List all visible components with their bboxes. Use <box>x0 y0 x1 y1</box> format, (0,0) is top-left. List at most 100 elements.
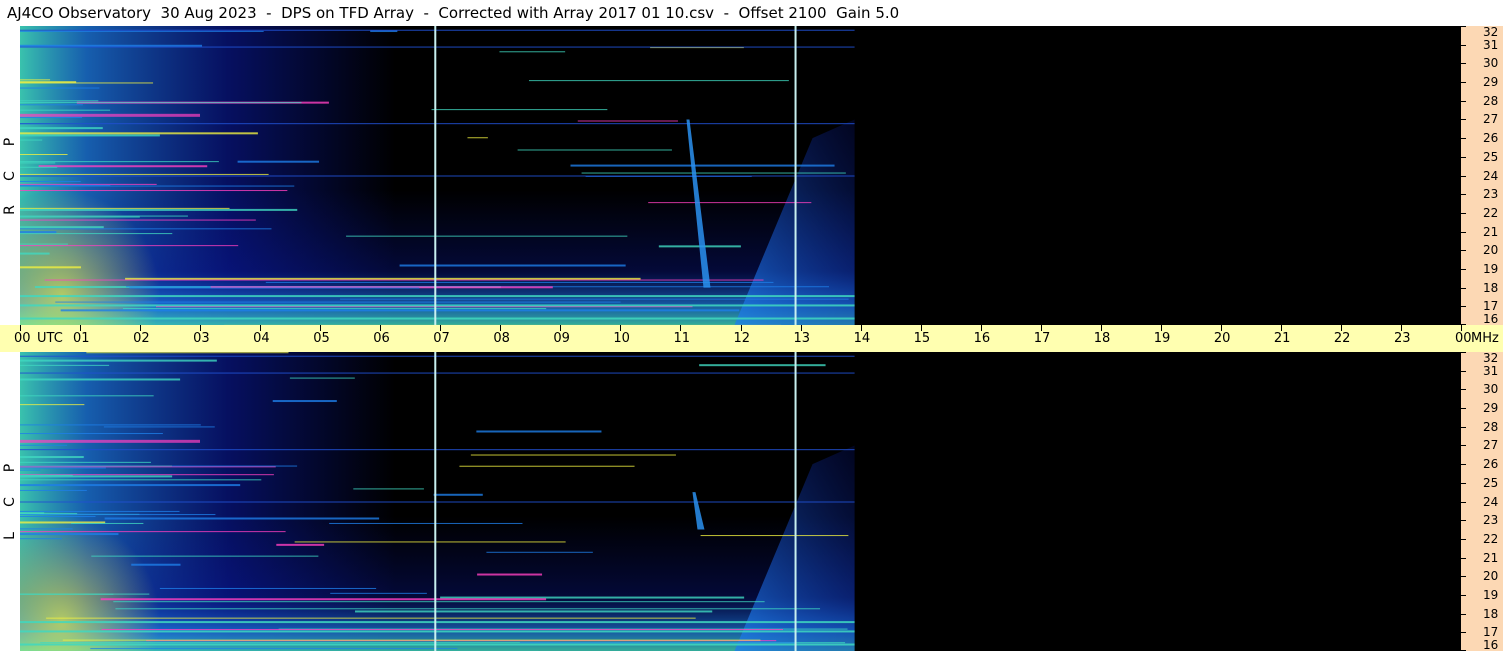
rfi-streak <box>20 30 264 32</box>
rfi-streak <box>517 149 672 151</box>
freq-tick-mark <box>1461 538 1466 540</box>
freq-tick-label: 22 <box>1483 205 1499 220</box>
freq-tick-label: 29 <box>1483 401 1499 416</box>
time-tick-label: 20 <box>1213 331 1231 346</box>
rfi-streak <box>20 139 43 141</box>
freq-tick-mark <box>1461 520 1466 522</box>
vertical-marker <box>434 352 437 651</box>
rfi-band <box>20 621 855 624</box>
rfi-streak <box>20 469 41 471</box>
rfi-streak <box>20 456 84 459</box>
freq-tick-mark <box>1461 632 1466 634</box>
time-tick-label: 06 <box>373 331 390 346</box>
time-tick-label: 13 <box>793 331 811 346</box>
rfi-streak <box>20 433 163 435</box>
freq-tick-label: 16 <box>1483 312 1499 326</box>
rfi-streak <box>71 522 144 524</box>
rfi-band-pink <box>20 439 200 443</box>
rfi-streak <box>699 364 826 367</box>
rfi-band-pink <box>20 113 200 117</box>
freq-tick-label: 27 <box>1483 112 1499 127</box>
utc-label: UTC <box>37 331 63 346</box>
rfi-streak <box>581 172 846 174</box>
rfi-streak <box>20 533 119 536</box>
rfi-streak <box>20 461 151 463</box>
channel-line <box>20 175 855 177</box>
channel-line <box>20 355 855 357</box>
freq-tick-mark <box>1461 426 1466 428</box>
rfi-streak <box>91 555 319 557</box>
rfi-streak <box>340 298 849 300</box>
freq-tick-mark <box>1461 408 1466 410</box>
rfi-streak <box>20 44 203 47</box>
rfi-streak <box>329 522 523 524</box>
rfi-streak <box>62 639 761 641</box>
time-tick-label: 09 <box>553 331 570 346</box>
rfi-streak <box>20 173 269 175</box>
rcp-letter-c: C <box>2 171 18 181</box>
freq-tick-mark <box>1461 352 1466 353</box>
freq-tick-label: 20 <box>1483 243 1499 258</box>
freq-tick-mark <box>1461 138 1466 140</box>
rfi-streak <box>20 231 57 234</box>
freq-tick-label: 29 <box>1483 75 1499 90</box>
rfi-streak <box>20 132 258 135</box>
rcp-spectrogram-svg <box>20 26 855 325</box>
freq-tick-mark <box>1461 650 1466 651</box>
freq-tick-mark <box>1461 576 1466 578</box>
lcp-letter-p: P <box>2 463 18 473</box>
rfi-streak <box>20 117 83 119</box>
rfi-streak <box>20 444 68 446</box>
freq-tick-mark <box>1461 250 1466 252</box>
freq-tick-mark <box>1461 63 1466 65</box>
lcp-letter-c: C <box>2 497 18 507</box>
time-tick-label: 03 <box>193 331 210 346</box>
freq-tick-label: 19 <box>1483 261 1499 276</box>
rfi-streak <box>433 493 483 496</box>
freq-tick-label: 21 <box>1483 550 1499 565</box>
rfi-streak <box>20 359 217 362</box>
lcp-letter-l: L <box>2 532 18 540</box>
rfi-streak <box>294 541 566 543</box>
freq-tick-label: 32 <box>1483 351 1499 365</box>
freq-tick-mark <box>1461 306 1466 308</box>
rfi-band <box>20 317 855 320</box>
rfi-streak <box>577 120 678 122</box>
rfi-streak <box>46 617 696 619</box>
time-tick-label: 15 <box>913 331 931 346</box>
rfi-streak <box>20 479 262 481</box>
freq-tick-label: 32 <box>1483 25 1499 39</box>
rfi-streak <box>20 513 78 515</box>
rfi-streak <box>20 162 56 164</box>
rfi-streak <box>20 207 230 209</box>
rfi-streak <box>20 489 87 491</box>
rcp-label: R C P <box>0 126 20 226</box>
rfi-streak <box>101 629 784 631</box>
freq-tick-mark <box>1461 389 1466 391</box>
freq-tick-label: 18 <box>1483 606 1499 621</box>
rfi-streak <box>20 395 154 397</box>
rfi-streak <box>20 475 173 478</box>
freq-tick-label: 16 <box>1483 638 1499 652</box>
rfi-streak <box>115 608 821 610</box>
rfi-streak <box>346 235 628 237</box>
freq-tick-label: 25 <box>1483 475 1499 490</box>
freq-tick-label: 30 <box>1483 56 1499 71</box>
freq-tick-mark <box>1461 44 1466 46</box>
vertical-marker <box>794 26 797 325</box>
rfi-streak <box>103 426 215 428</box>
freq-tick-mark <box>1461 287 1466 289</box>
rfi-streak <box>20 531 286 533</box>
freq-tick-mark <box>1461 268 1466 270</box>
rfi-streak <box>467 137 488 139</box>
freq-tick-label: 31 <box>1483 363 1499 378</box>
time-tick-label: 00 <box>1455 331 1472 346</box>
freq-tick-mark <box>1461 231 1466 233</box>
freq-tick-mark <box>1461 464 1466 466</box>
mhz-unit-label: MHz <box>1471 331 1499 346</box>
freq-tick-mark <box>1461 156 1466 158</box>
freq-tick-label: 20 <box>1483 569 1499 584</box>
lcp-label: L C P <box>0 452 20 552</box>
freq-tick-mark <box>1461 557 1466 559</box>
rfi-streak <box>20 100 99 102</box>
